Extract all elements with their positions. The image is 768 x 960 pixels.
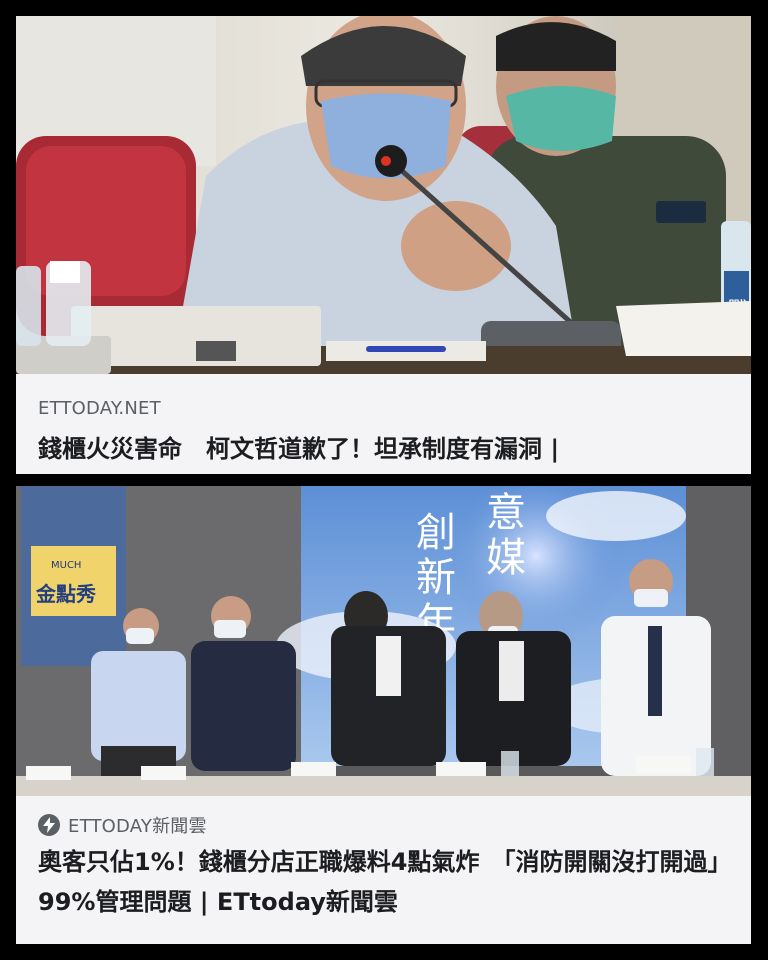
news-source: ETTODAY新聞雲 [68, 816, 207, 837]
news-headline[interactable]: 錢櫃火災害命 柯文哲道歉了！坦承制度有漏洞 | [38, 429, 737, 469]
news-caption: ETTODAY新聞雲 奧客只佔1%！錢櫃分店正職爆料4點氣炸 「消防開關沒打開過… [16, 796, 751, 944]
bolt-icon [38, 814, 60, 836]
news-caption: ETTODAY.NET 錢櫃火災害命 柯文哲道歉了！坦承制度有漏洞 | [16, 374, 751, 474]
backdrop-char-5: 媒 [486, 535, 526, 581]
news-source: ETTODAY.NET [38, 398, 161, 419]
backdrop-char-1: 創 [416, 510, 456, 556]
news-card-1[interactable]: 戰 ETTODAY.NET 錢櫃火災害命 柯文哲道歉了！坦承制度有漏洞 | [16, 16, 751, 474]
news-source-row: ETTODAY新聞雲 [38, 812, 207, 838]
poster-small-text: MUCH [51, 560, 81, 571]
backdrop-char-2: 新 [416, 555, 456, 601]
backdrop-char-4: 意 [486, 490, 526, 536]
news-headline[interactable]: 奧客只佔1%！錢櫃分店正職爆料4點氣炸 「消防開關沒打開過」99%管理問題 | … [38, 842, 737, 922]
news-photo-press-conference: 戰 [16, 16, 751, 374]
news-photo-bowing: 創 新 年 意 媒 MUCH 金點秀 [16, 486, 751, 796]
news-card-2[interactable]: 創 新 年 意 媒 MUCH 金點秀 ETTODAY新聞雲 奧客只佔1%！錢櫃分… [16, 486, 751, 944]
poster-title: 金點秀 [35, 582, 96, 606]
